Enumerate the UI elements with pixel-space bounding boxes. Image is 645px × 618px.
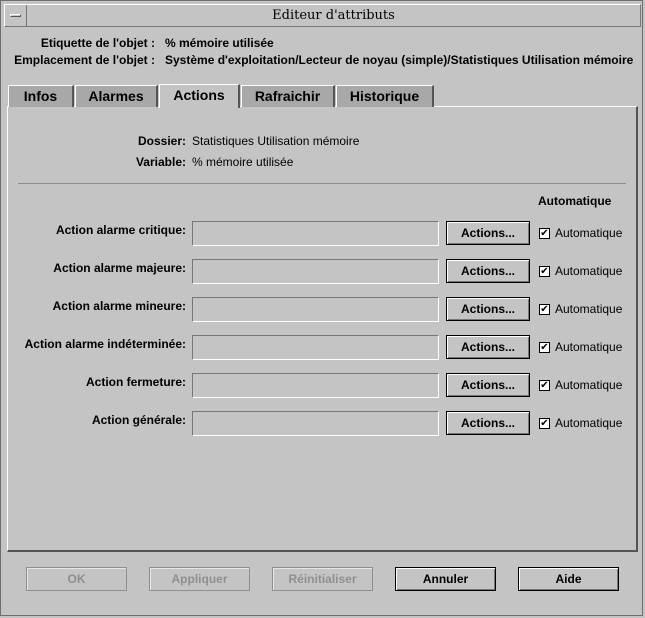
variable-label: Variable: <box>135 155 186 169</box>
apply-button[interactable]: Appliquer <box>149 567 250 591</box>
tab-historique[interactable]: Historique <box>336 85 434 107</box>
minor-alarm-actions-button[interactable]: Actions... <box>446 297 530 321</box>
object-location-caption: Emplacement de l'objet : <box>14 53 155 67</box>
ok-button[interactable]: OK <box>26 567 127 591</box>
help-button[interactable]: Aide <box>518 567 619 591</box>
critical-alarm-actions-button[interactable]: Actions... <box>446 221 530 245</box>
minor-alarm-action-field[interactable] <box>192 297 439 322</box>
major-alarm-actions-button[interactable]: Actions... <box>446 259 530 283</box>
close-action-label: Action fermeture: <box>85 375 186 389</box>
separator <box>18 183 626 184</box>
major-alarm-auto-label: Automatique <box>555 264 623 278</box>
undetermined-alarm-action-label: Action alarme indéterminée: <box>24 337 186 351</box>
reset-button[interactable]: Réinitialiser <box>272 567 373 591</box>
general-actions-button[interactable]: Actions... <box>446 411 530 435</box>
minor-alarm-auto-label: Automatique <box>555 302 623 316</box>
general-action-field[interactable] <box>192 411 439 436</box>
automatic-column-header: Automatique <box>538 194 612 208</box>
undetermined-alarm-auto-label: Automatique <box>555 340 623 354</box>
close-auto-checkbox[interactable]: ✔ <box>539 380 550 391</box>
window-menu-icon <box>10 14 21 17</box>
folder-value: Statistiques Utilisation mémoire <box>192 134 360 148</box>
tab-infos[interactable]: Infos <box>8 85 74 107</box>
tab-alarmes[interactable]: Alarmes <box>75 85 158 107</box>
actions-panel <box>7 106 638 552</box>
minor-alarm-auto-checkbox[interactable]: ✔ <box>539 304 550 315</box>
minor-alarm-action-label: Action alarme mineure: <box>52 299 186 313</box>
object-location-value: Système d'exploitation/Lecteur de noyau … <box>165 53 634 67</box>
cancel-button[interactable]: Annuler <box>395 567 496 591</box>
close-actions-button[interactable]: Actions... <box>446 373 530 397</box>
general-auto-checkbox[interactable]: ✔ <box>539 418 550 429</box>
critical-alarm-action-label: Action alarme critique: <box>55 223 186 237</box>
general-auto-label: Automatique <box>555 416 623 430</box>
close-auto-label: Automatique <box>555 378 623 392</box>
variable-value: % mémoire utilisée <box>192 155 294 169</box>
object-label-value: % mémoire utilisée <box>165 36 274 50</box>
tab-actions[interactable]: Actions <box>159 84 240 108</box>
object-label-caption: Etiquette de l'objet : <box>40 36 155 50</box>
window-title: Editeur d'attributs <box>272 8 395 23</box>
window-menu-button[interactable] <box>5 5 27 26</box>
major-alarm-action-label: Action alarme majeure: <box>53 261 186 275</box>
folder-label: Dossier: <box>137 134 186 148</box>
critical-alarm-auto-checkbox[interactable]: ✔ <box>539 228 550 239</box>
close-action-field[interactable] <box>192 373 439 398</box>
critical-alarm-action-field[interactable] <box>192 221 439 246</box>
undetermined-alarm-actions-button[interactable]: Actions... <box>446 335 530 359</box>
undetermined-alarm-auto-checkbox[interactable]: ✔ <box>539 342 550 353</box>
undetermined-alarm-action-field[interactable] <box>192 335 439 360</box>
tab-rafraichir[interactable]: Rafraichir <box>241 85 335 107</box>
major-alarm-action-field[interactable] <box>192 259 439 284</box>
general-action-label: Action générale: <box>91 413 186 427</box>
critical-alarm-auto-label: Automatique <box>555 226 623 240</box>
major-alarm-auto-checkbox[interactable]: ✔ <box>539 266 550 277</box>
title-bar: Editeur d'attributs <box>4 4 641 27</box>
